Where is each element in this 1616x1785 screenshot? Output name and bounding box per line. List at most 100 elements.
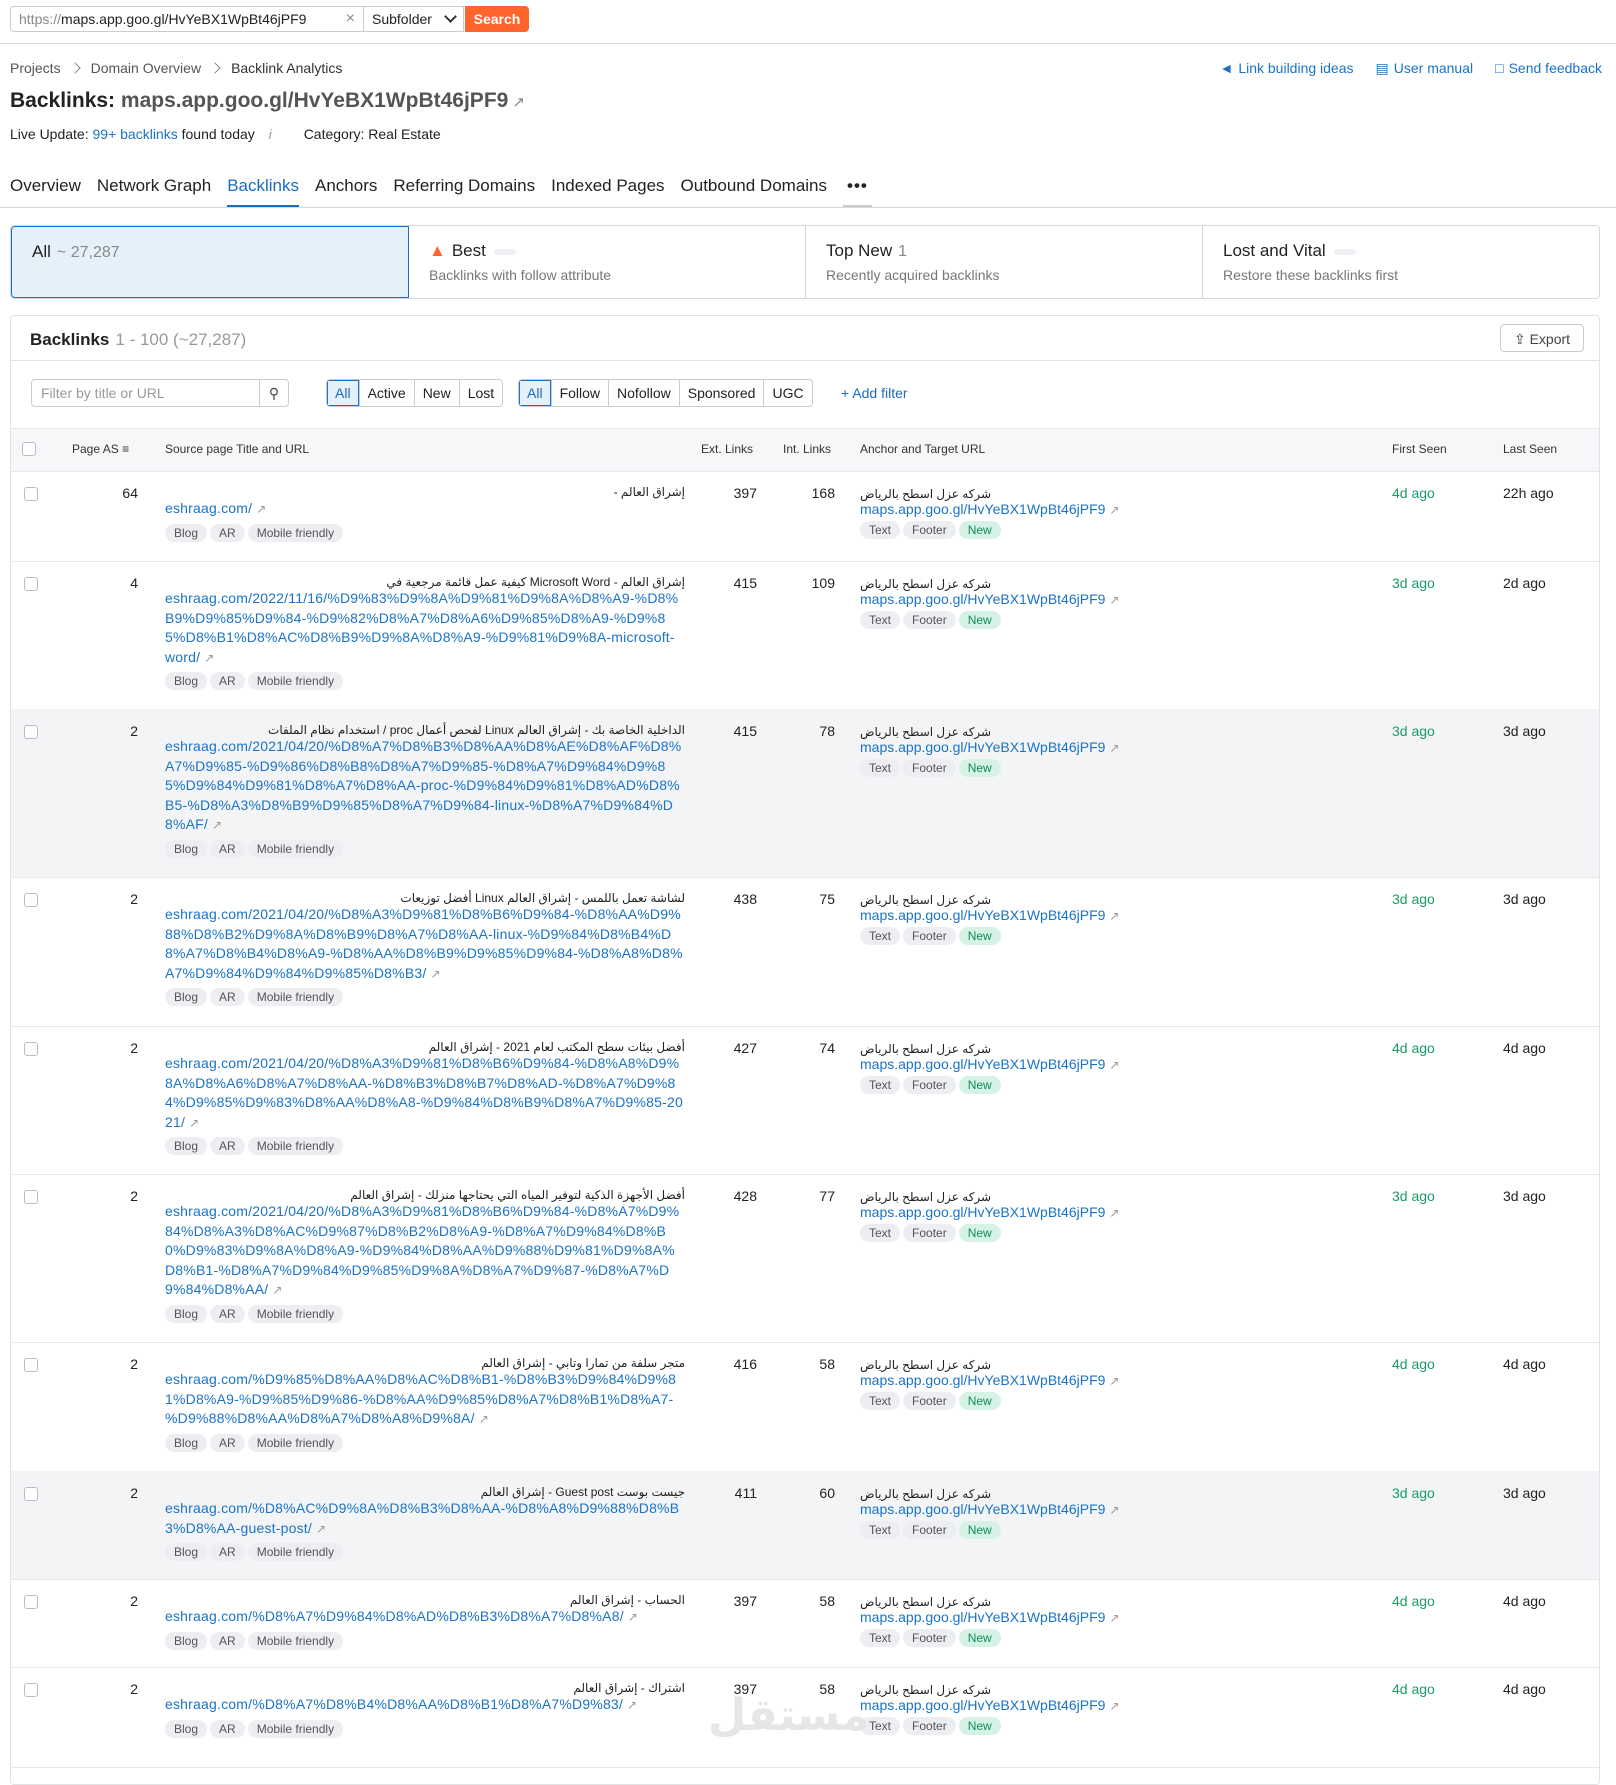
external-link-icon[interactable]: ↗ xyxy=(1109,1611,1119,1625)
breadcrumb-domain-overview[interactable]: Domain Overview xyxy=(91,60,201,76)
external-link-icon[interactable]: ↗ xyxy=(256,502,266,516)
tag-language: AR xyxy=(210,523,245,542)
col-anchor-target[interactable]: Anchor and Target URL xyxy=(860,442,985,456)
target-url[interactable]: maps.app.goo.gl/HvYeBX1WpBt46jPF9 ↗ xyxy=(860,1609,1119,1625)
external-link-icon[interactable]: ↗ xyxy=(1109,741,1119,755)
external-link-icon[interactable]: ↗ xyxy=(316,1522,326,1536)
type-all[interactable]: All xyxy=(519,380,552,406)
add-filter-button[interactable]: + Add filter xyxy=(841,385,908,401)
target-url[interactable]: maps.app.goo.gl/HvYeBX1WpBt46jPF9 ↗ xyxy=(860,501,1119,517)
more-tabs-button[interactable]: ••• xyxy=(843,176,872,208)
external-link-icon[interactable]: ↗ xyxy=(212,818,222,832)
tab-outbound-domains[interactable]: Outbound Domains xyxy=(681,176,827,208)
col-first-seen[interactable]: First Seen xyxy=(1392,442,1447,456)
target-url[interactable]: maps.app.goo.gl/HvYeBX1WpBt46jPF9 ↗ xyxy=(860,1501,1119,1517)
tab-backlinks[interactable]: Backlinks xyxy=(227,176,299,208)
source-url[interactable]: eshraag.com/2021/04/20/%D8%A3%D9%81%D8%B… xyxy=(165,1054,685,1133)
card-all[interactable]: All ~ 27,287 xyxy=(11,226,409,298)
external-link-icon[interactable]: ↗ xyxy=(1109,1699,1119,1713)
source-url[interactable]: eshraag.com/2021/04/20/%D8%A3%D9%81%D8%B… xyxy=(165,905,685,984)
source-url[interactable]: eshraag.com/%D9%85%D8%AA%D8%AC%D8%B1-%D8… xyxy=(165,1370,685,1430)
card-lost-vital[interactable]: Lost and Vital Restore these backlinks f… xyxy=(1203,226,1599,298)
external-link-icon[interactable]: ↗ xyxy=(1109,503,1119,517)
row-checkbox[interactable] xyxy=(24,1358,38,1372)
new-backlinks-link[interactable]: 99+ backlinks xyxy=(93,126,178,142)
card-top-new[interactable]: Top New 1 Recently acquired backlinks xyxy=(806,226,1203,298)
info-icon[interactable]: i xyxy=(269,126,272,142)
status-active[interactable]: Active xyxy=(360,380,415,406)
external-link-icon[interactable]: ↗ xyxy=(1109,1206,1119,1220)
status-new[interactable]: New xyxy=(415,380,460,406)
status-all[interactable]: All xyxy=(327,380,360,406)
target-url[interactable]: maps.app.goo.gl/HvYeBX1WpBt46jPF9 ↗ xyxy=(860,907,1119,923)
col-page-as-label: Page AS xyxy=(72,442,119,456)
search-button[interactable]: Search xyxy=(465,6,529,32)
tag-text: Text xyxy=(860,521,901,539)
target-url[interactable]: maps.app.goo.gl/HvYeBX1WpBt46jPF9 ↗ xyxy=(860,1697,1119,1713)
source-url[interactable]: eshraag.com/2022/11/16/%D9%83%D9%8A%D9%8… xyxy=(165,589,685,668)
select-all-checkbox[interactable] xyxy=(22,442,36,456)
tab-indexed-pages[interactable]: Indexed Pages xyxy=(551,176,664,208)
col-ext-links[interactable]: Ext. Links xyxy=(701,442,753,456)
target-url[interactable]: maps.app.goo.gl/HvYeBX1WpBt46jPF9 ↗ xyxy=(860,739,1119,755)
tab-overview[interactable]: Overview xyxy=(10,176,81,208)
external-link-icon[interactable]: ↗ xyxy=(1109,1503,1119,1517)
link-building-ideas-link[interactable]: ◄ Link building ideas xyxy=(1219,60,1353,77)
type-follow[interactable]: Follow xyxy=(552,380,610,406)
external-link-icon[interactable]: ↗ xyxy=(627,1698,637,1712)
tab-referring-domains[interactable]: Referring Domains xyxy=(393,176,535,208)
col-source[interactable]: Source page Title and URL xyxy=(165,442,309,456)
status-lost[interactable]: Lost xyxy=(460,380,502,406)
type-nofollow[interactable]: Nofollow xyxy=(609,380,680,406)
type-sponsored[interactable]: Sponsored xyxy=(680,380,765,406)
tab-network-graph[interactable]: Network Graph xyxy=(97,176,211,208)
row-checkbox[interactable] xyxy=(24,1683,38,1697)
target-url[interactable]: maps.app.goo.gl/HvYeBX1WpBt46jPF9 ↗ xyxy=(860,591,1119,607)
row-checkbox[interactable] xyxy=(24,1190,38,1204)
external-link-icon[interactable]: ↗ xyxy=(272,1283,282,1297)
external-link-icon[interactable]: ↗ xyxy=(1109,593,1119,607)
export-button[interactable]: ⇪ Export xyxy=(1500,324,1584,352)
target-url[interactable]: maps.app.goo.gl/HvYeBX1WpBt46jPF9 ↗ xyxy=(860,1372,1119,1388)
source-url[interactable]: eshraag.com/%D8%A7%D9%84%D8%AD%D8%B3%D8%… xyxy=(165,1607,685,1628)
send-feedback-link[interactable]: □ Send feedback xyxy=(1495,60,1602,77)
external-link-icon[interactable]: ↗ xyxy=(204,651,214,665)
external-link-icon[interactable]: ↗ xyxy=(1109,1374,1119,1388)
row-checkbox[interactable] xyxy=(24,893,38,907)
target-url[interactable]: maps.app.goo.gl/HvYeBX1WpBt46jPF9 ↗ xyxy=(860,1204,1119,1220)
source-url[interactable]: eshraag.com/↗ xyxy=(165,499,685,520)
external-link-icon[interactable]: ↗ xyxy=(1109,1058,1119,1072)
source-url[interactable]: eshraag.com/2021/04/20/%D8%A7%D8%B3%D8%A… xyxy=(165,737,685,836)
source-url[interactable]: eshraag.com/2021/04/20/%D8%A3%D9%81%D8%B… xyxy=(165,1202,685,1301)
tab-anchors[interactable]: Anchors xyxy=(315,176,377,208)
external-link-icon[interactable]: ↗ xyxy=(512,94,525,111)
col-int-links[interactable]: Int. Links xyxy=(783,442,831,456)
col-last-seen[interactable]: Last Seen xyxy=(1503,442,1557,456)
row-checkbox[interactable] xyxy=(24,1487,38,1501)
domain-search-input[interactable]: https://maps.app.goo.gl/HvYeBX1WpBt46jPF… xyxy=(10,6,364,32)
table-row: 2 أفضل الأجهزة الذكية لتوفير المياه التي … xyxy=(11,1174,1599,1343)
clear-icon[interactable]: × xyxy=(346,7,355,31)
title-url-filter-input[interactable]: Filter by title or URL ⚲ xyxy=(31,379,289,407)
col-page-as[interactable]: Page AS ≡ xyxy=(72,442,129,456)
row-checkbox[interactable] xyxy=(24,487,38,501)
external-link-icon[interactable]: ↗ xyxy=(430,967,440,981)
search-icon[interactable]: ⚲ xyxy=(259,380,288,406)
row-checkbox[interactable] xyxy=(24,725,38,739)
row-checkbox[interactable] xyxy=(24,577,38,591)
source-url[interactable]: eshraag.com/%D8%AC%D9%8A%D8%B3%D8%AA-%D8… xyxy=(165,1499,685,1539)
external-link-icon[interactable]: ↗ xyxy=(189,1116,199,1130)
source-url[interactable]: eshraag.com/%D8%A7%D8%B4%D8%AA%D8%B1%D8%… xyxy=(165,1695,685,1716)
external-link-icon[interactable]: ↗ xyxy=(628,1610,638,1624)
source-url-text: eshraag.com/ xyxy=(165,500,253,516)
breadcrumb-projects[interactable]: Projects xyxy=(10,60,61,76)
card-best[interactable]: ▲ Best Backlinks with follow attribute xyxy=(409,226,806,298)
type-ugc[interactable]: UGC xyxy=(764,380,811,406)
external-link-icon[interactable]: ↗ xyxy=(479,1412,489,1426)
user-manual-link[interactable]: ▤ User manual xyxy=(1376,60,1474,77)
external-link-icon[interactable]: ↗ xyxy=(1109,909,1119,923)
scope-select[interactable]: Subfolder xyxy=(364,6,464,32)
row-checkbox[interactable] xyxy=(24,1595,38,1609)
row-checkbox[interactable] xyxy=(24,1042,38,1056)
target-url[interactable]: maps.app.goo.gl/HvYeBX1WpBt46jPF9 ↗ xyxy=(860,1056,1119,1072)
